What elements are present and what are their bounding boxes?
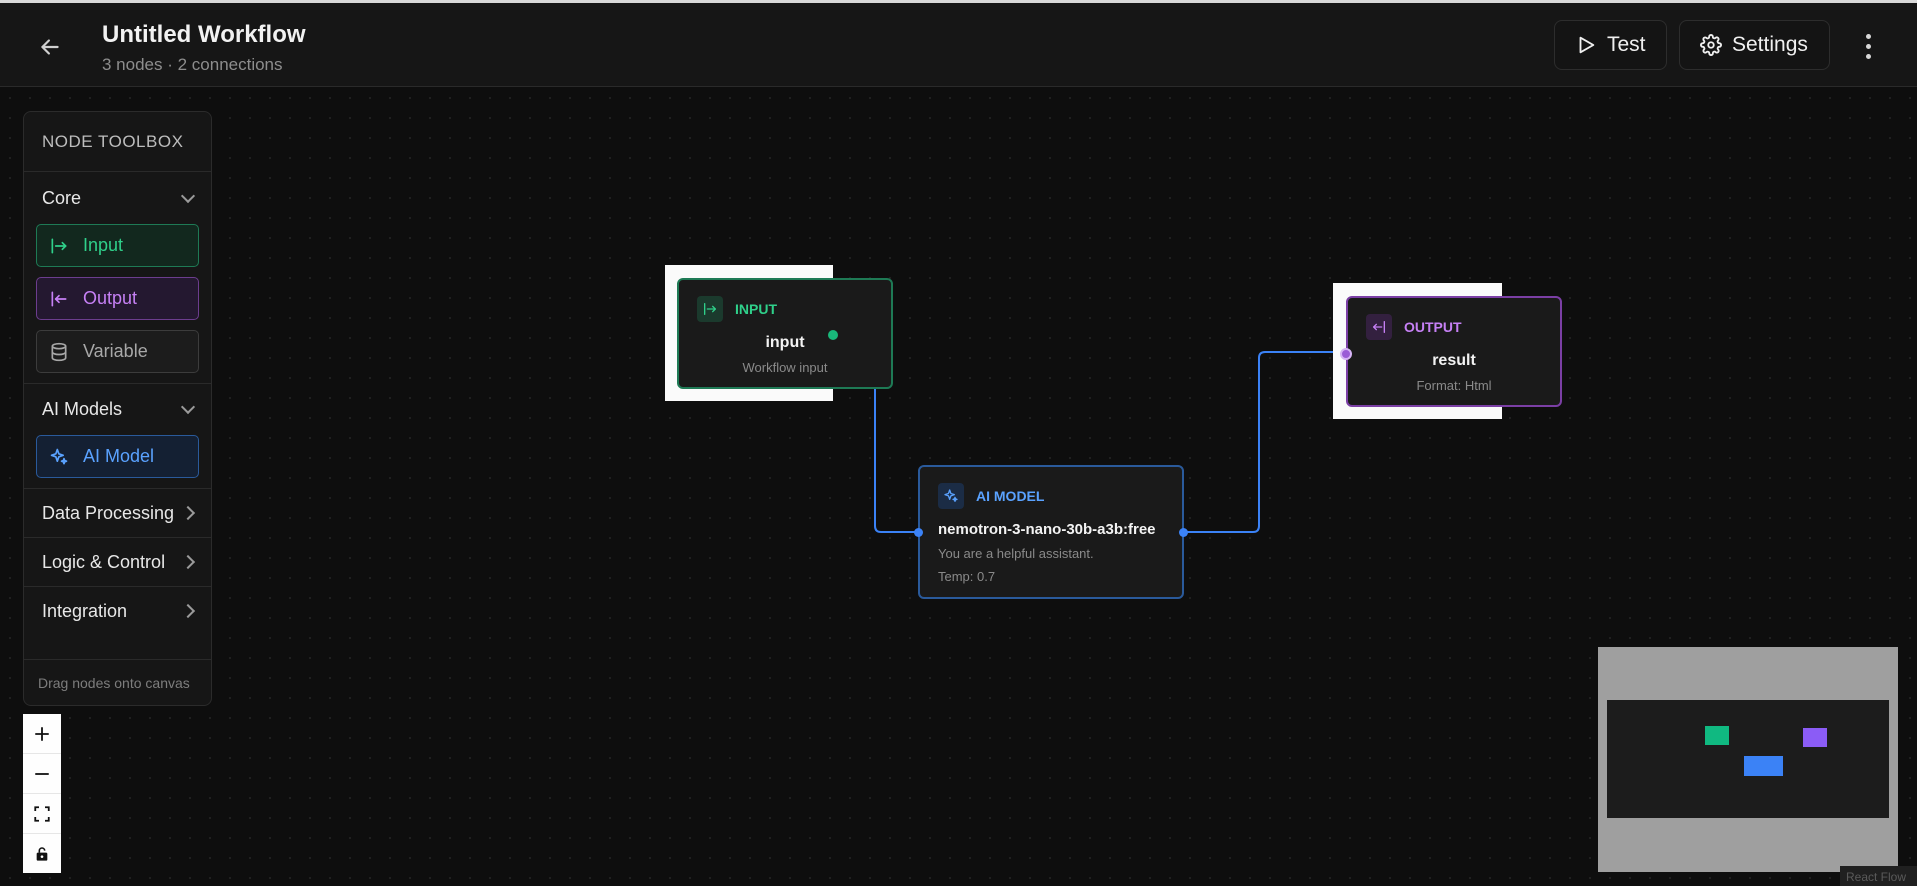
header: Untitled Workflow 3 nodes · 2 connection… [0,3,1917,87]
input-node-desc: Workflow input [742,360,828,375]
workflow-stats: 3 nodes · 2 connections [102,55,283,74]
database-icon [51,342,67,361]
settings-button-label: Settings [1732,33,1808,56]
node-toolbox: NODE TOOLBOX Core Input Output Variable … [23,111,212,706]
sparkles-icon [938,483,964,509]
test-button-label: Test [1607,33,1646,56]
minimap-node-output [1803,728,1827,747]
arrow-left-icon [41,39,59,55]
more-options-button[interactable] [1856,30,1880,62]
input-node-name: input [765,334,805,351]
ai-model-node-type: AI MODEL [976,488,1045,504]
section-integration-label: Integration [42,600,128,621]
react-flow-attribution[interactable]: React Flow [1840,866,1917,886]
output-node-desc: Format: Html [1416,378,1492,393]
dot-icon [1865,43,1871,49]
input-node-handle[interactable] [828,330,838,340]
section-integration[interactable]: Integration [24,586,211,635]
section-logic-control[interactable]: Logic & Control [24,537,211,586]
section-ai-models[interactable]: AI Models [24,383,211,435]
fullscreen-icon [34,805,50,822]
settings-button[interactable]: Settings [1679,20,1830,70]
chevron-down-icon [180,399,196,415]
test-button[interactable]: Test [1554,20,1667,70]
section-data-processing[interactable]: Data Processing [24,488,211,537]
output-node-name: result [1432,352,1476,369]
lock-icon [36,847,48,861]
minus-icon [35,772,49,775]
login-arrow-icon [697,296,723,322]
section-core[interactable]: Core [24,172,211,224]
ai-model-source-handle[interactable] [1179,528,1188,537]
chevron-right-icon [180,603,196,619]
tool-ai-model-label: AI Model [83,446,155,466]
back-button[interactable] [34,31,66,63]
canvas-controls [23,714,61,873]
dot-icon [1865,33,1871,39]
logout-arrow-icon [1366,314,1392,340]
tool-input[interactable]: Input [36,224,199,267]
tool-variable-label: Variable [83,341,148,361]
ai-model-node-temp: Temp: 0.7 [938,569,996,584]
input-node-type: INPUT [735,301,777,317]
gear-icon [1700,34,1722,56]
plus-icon [35,726,49,741]
workflow-title[interactable]: Untitled Workflow [102,21,306,49]
dot-icon [1865,53,1871,59]
fit-view-button[interactable] [23,794,61,834]
input-node[interactable]: INPUT input Workflow input [677,278,893,389]
toolbox-title: NODE TOOLBOX [24,112,211,172]
zoom-out-button[interactable] [23,754,61,794]
output-node-target-handle[interactable] [1340,348,1352,360]
tool-input-label: Input [83,235,124,255]
chevron-right-icon [180,554,196,570]
output-node[interactable]: OUTPUT result Format: Html [1340,296,1562,407]
chevron-down-icon [180,188,196,203]
section-data-processing-label: Data Processing [42,502,175,523]
minimap-node-ai-model [1744,756,1783,776]
ai-model-target-handle[interactable] [914,528,923,537]
ai-model-node-name: nemotron-3-nano-30b-a3b:free [938,521,1156,538]
logout-arrow-icon [51,291,67,306]
section-core-label: Core [42,187,82,208]
play-icon [1579,36,1595,54]
chevron-right-icon [180,505,196,521]
tool-variable[interactable]: Variable [36,330,199,373]
tool-output[interactable]: Output [36,277,199,320]
ai-model-node-prompt: You are a helpful assistant. [938,546,1094,561]
section-logic-control-label: Logic & Control [42,551,166,572]
sparkles-icon [50,448,68,464]
lock-button[interactable] [23,834,61,874]
tool-output-label: Output [83,288,138,308]
minimap[interactable] [1598,647,1898,872]
output-node-type: OUTPUT [1404,319,1462,335]
login-arrow-icon [51,238,67,253]
ai-model-node[interactable]: AI MODEL nemotron-3-nano-30b-a3b:free Yo… [914,465,1188,599]
minimap-node-input [1705,726,1729,745]
toolbox-hint: Drag nodes onto canvas [24,659,211,705]
tool-ai-model[interactable]: AI Model [36,435,199,478]
zoom-in-button[interactable] [23,714,61,754]
section-ai-models-label: AI Models [42,399,123,419]
